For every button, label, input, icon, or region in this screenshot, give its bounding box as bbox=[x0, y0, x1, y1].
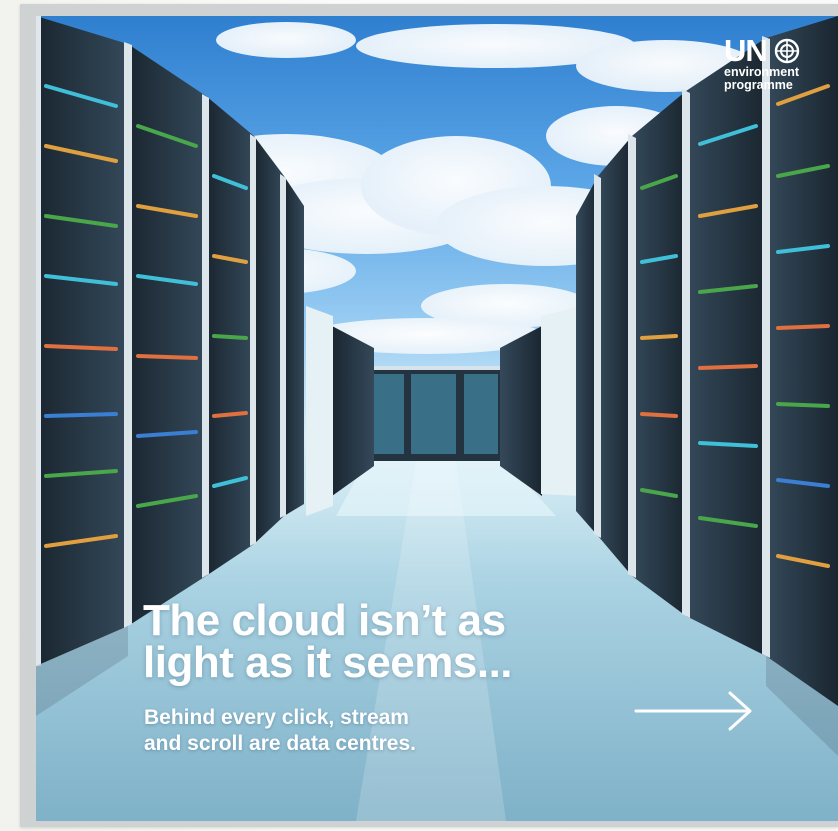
unep-logo: UN environment programme bbox=[724, 33, 824, 92]
headline-line-1: The cloud isn’t as bbox=[143, 596, 506, 645]
logo-un-text: UN bbox=[724, 33, 768, 68]
headline-line-2: light as it seems... bbox=[143, 638, 513, 687]
arrow-right-icon[interactable] bbox=[632, 688, 758, 734]
subtext-line-2: and scroll are data centres. bbox=[144, 732, 416, 755]
subtext-line-1: Behind every click, stream bbox=[144, 706, 409, 729]
post-card: UN environment programme The cloud isn’t… bbox=[36, 16, 838, 821]
un-emblem-icon bbox=[774, 38, 799, 64]
logo-line-programme: programme bbox=[724, 78, 793, 92]
post-headline: The cloud isn’t as light as it seems... bbox=[143, 596, 513, 687]
post-subtext: Behind every click, stream and scroll ar… bbox=[144, 705, 416, 757]
